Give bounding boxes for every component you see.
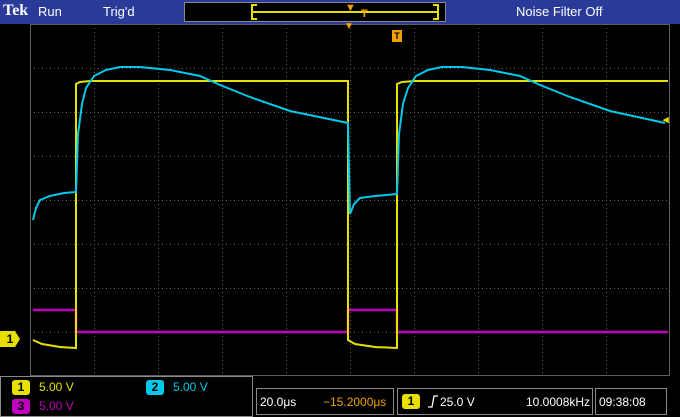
clock-readout: 09:38:08	[595, 388, 667, 415]
ch2-badge[interactable]: 2	[146, 380, 164, 395]
ch1-waveform	[32, 80, 668, 350]
channel-readout: 1 5.00 V 2 5.00 V 3 5.00 V	[0, 376, 253, 417]
ch1-ground-marker[interactable]: 1	[0, 331, 20, 347]
trigger-level: 25.0 V	[440, 395, 475, 409]
timebase-position: −15.2000μs	[323, 395, 387, 409]
ch1-badge[interactable]: 1	[12, 380, 30, 395]
status-bar: Tek Run Trig'd ▼ T Noise Filter Off	[0, 0, 680, 24]
trigger-frequency: 10.0008kHz	[526, 395, 591, 409]
trigger-readout[interactable]: 1 25.0 V 10.0008kHz	[397, 388, 593, 415]
timebase-scale: 20.0μs	[260, 395, 297, 409]
run-status[interactable]: Run	[38, 4, 62, 19]
readout-panel: 1 5.00 V 2 5.00 V 3 5.00 V 20.0μs −15.20…	[0, 376, 680, 417]
graticule-grid	[30, 24, 670, 376]
record-window-right-bracket	[433, 4, 439, 20]
ch1-scale: 5.00 V	[39, 380, 74, 394]
trigger-point-icon: ▼	[345, 2, 356, 14]
graticule	[30, 24, 670, 376]
ch3-scale: 5.00 V	[39, 399, 74, 413]
ch2-scale: 5.00 V	[173, 380, 208, 394]
trigger-time-marker-icon: ▼	[344, 21, 354, 32]
ch3-badge[interactable]: 3	[12, 399, 30, 414]
clock-time: 09:38:08	[599, 395, 646, 409]
trigger-status: Trig'd	[103, 4, 135, 19]
record-length-indicator: ▼ T	[184, 2, 446, 22]
trigger-source-badge: 1	[402, 394, 420, 409]
brand-logo: Tek	[3, 2, 29, 19]
rising-edge-icon	[428, 395, 438, 408]
timebase-readout[interactable]: 20.0μs −15.2000μs	[256, 388, 394, 415]
record-window-left-bracket	[251, 4, 257, 20]
trigger-position-marker[interactable]: T	[392, 30, 402, 42]
trigger-level-arrow-icon[interactable]: ◂	[663, 113, 669, 126]
trigger-position-icon: T	[361, 8, 368, 20]
noise-filter-status[interactable]: Noise Filter Off	[516, 4, 602, 19]
